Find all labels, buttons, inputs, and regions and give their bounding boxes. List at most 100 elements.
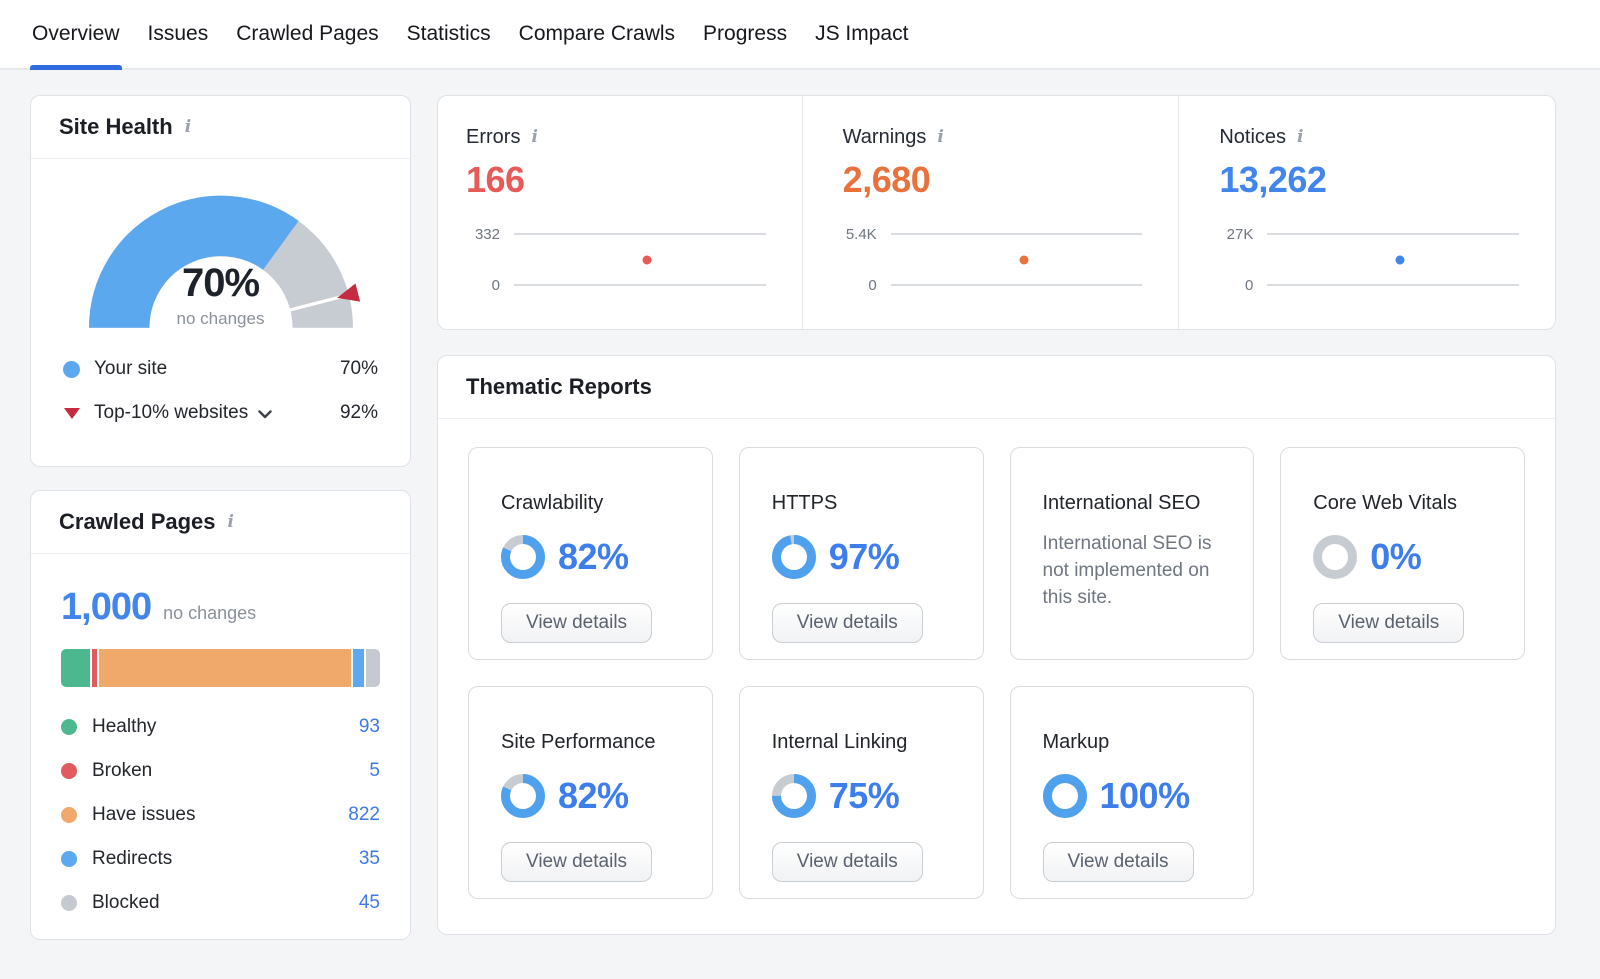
legend-value-link[interactable]: 35 (359, 848, 380, 870)
info-icon[interactable]: i (529, 129, 539, 146)
legend-value-link[interactable]: 822 (348, 804, 380, 826)
legend-label: Redirects (92, 848, 359, 870)
healthy-dot-icon (61, 719, 77, 735)
report-score: 82% (558, 536, 629, 578)
tab-crawled-pages[interactable]: Crawled Pages (234, 0, 380, 68)
legend-value-link[interactable]: 45 (359, 892, 380, 914)
crawled-pages-total[interactable]: 1,000 (61, 586, 151, 629)
view-details-button[interactable]: View details (1313, 603, 1464, 643)
report-card-core-web-vitals: Core Web Vitals 0% View details (1280, 447, 1525, 660)
thematic-reports-card: Thematic Reports Crawlability 82% View d… (437, 355, 1556, 935)
bar-segment-healthy[interactable] (61, 649, 90, 687)
report-card-https: HTTPS 97% View details (739, 447, 984, 660)
info-icon[interactable]: i (226, 514, 236, 531)
your-site-dot-icon (63, 361, 80, 378)
legend-value-link[interactable]: 5 (369, 760, 380, 782)
legend-row-broken: Broken 5 (61, 749, 380, 793)
site-health-gauge: 70% no changes (63, 179, 379, 337)
info-icon[interactable]: i (1295, 129, 1305, 146)
stat-label: Errors (466, 126, 520, 149)
info-icon[interactable]: i (935, 129, 945, 146)
legend-label: Your site (94, 358, 167, 380)
axis-max-label: 5.4K (843, 226, 891, 243)
axis-max-label: 332 (466, 226, 514, 243)
report-title: Internal Linking (772, 731, 957, 754)
report-score: 0% (1370, 536, 1421, 578)
axis-zero-label: 0 (466, 277, 514, 294)
axis-zero-label: 0 (1219, 277, 1267, 294)
warnings-sparkline: 5.4K 0 (843, 225, 1143, 294)
data-point-dot (1019, 255, 1028, 264)
crawled-pages-change: no changes (163, 603, 256, 624)
stat-label: Notices (1219, 126, 1286, 149)
tab-js-impact[interactable]: JS Impact (813, 0, 910, 68)
tab-label: JS Impact (815, 22, 908, 46)
tab-label: Issues (148, 22, 209, 46)
have-issues-dot-icon (61, 807, 77, 823)
errors-count[interactable]: 166 (466, 159, 766, 201)
tab-statistics[interactable]: Statistics (405, 0, 493, 68)
bar-segment-have-issues[interactable] (99, 649, 352, 687)
legend-label: Top-10% websites (94, 402, 248, 424)
bar-segment-broken[interactable] (92, 649, 97, 687)
notices-count[interactable]: 13,262 (1219, 159, 1519, 201)
errors-sparkline: 332 0 (466, 225, 766, 294)
legend-row-blocked: Blocked 45 (61, 881, 380, 925)
crawled-pages-card: Crawled Pages i 1,000 no changes (30, 490, 411, 940)
legend-label: Have issues (92, 804, 348, 826)
notices-sparkline: 27K 0 (1219, 225, 1519, 294)
tab-overview[interactable]: Overview (30, 0, 122, 68)
bar-segment-redirects[interactable] (353, 649, 364, 687)
report-card-international-seo: International SEO International SEO is n… (1010, 447, 1255, 660)
warnings-stat: Warnings i 2,680 5.4K 0 (802, 96, 1179, 329)
broken-dot-icon (61, 763, 77, 779)
thematic-reports-title: Thematic Reports (466, 374, 652, 400)
report-card-site-performance: Site Performance 82% View details (468, 686, 713, 899)
report-card-markup: Markup 100% View details (1010, 686, 1255, 899)
crawled-pages-title: Crawled Pages (59, 509, 216, 535)
legend-value-link[interactable]: 93 (359, 716, 380, 738)
donut-chart (501, 535, 545, 579)
benchmark-triangle-icon (64, 408, 80, 419)
tab-issues[interactable]: Issues (146, 0, 211, 68)
report-title: Markup (1043, 731, 1228, 754)
blocked-dot-icon (61, 895, 77, 911)
report-score: 75% (829, 775, 900, 817)
view-details-button[interactable]: View details (501, 842, 652, 882)
donut-chart (501, 774, 545, 818)
report-title: HTTPS (772, 492, 957, 515)
view-details-button[interactable]: View details (1043, 842, 1194, 882)
redirects-dot-icon (61, 851, 77, 867)
errors-stat: Errors i 166 332 0 (438, 96, 802, 329)
stat-label: Warnings (843, 126, 927, 149)
issues-summary-card: Errors i 166 332 0 Warnings i 2,680 5.4K (437, 95, 1556, 330)
tab-compare-crawls[interactable]: Compare Crawls (517, 0, 677, 68)
tab-progress[interactable]: Progress (701, 0, 789, 68)
info-icon[interactable]: i (183, 119, 193, 136)
view-details-button[interactable]: View details (772, 603, 923, 643)
active-tab-underline (30, 65, 122, 70)
report-message: International SEO is not implemented on … (1043, 531, 1228, 612)
chevron-down-icon[interactable] (258, 410, 272, 419)
legend-label: Blocked (92, 892, 359, 914)
report-score: 82% (558, 775, 629, 817)
bar-segment-blocked[interactable] (366, 649, 380, 687)
crawled-pages-legend: Healthy 93 Broken 5 Have issues 822 (61, 705, 380, 925)
report-title: International SEO (1043, 492, 1228, 515)
site-health-legend: Your site 70% Top-10% websites 92% (63, 347, 378, 435)
tab-label: Overview (32, 22, 120, 46)
axis-max-label: 27K (1219, 226, 1267, 243)
legend-label: Broken (92, 760, 369, 782)
legend-row-top10: Top-10% websites 92% (63, 391, 378, 435)
view-details-button[interactable]: View details (772, 842, 923, 882)
legend-label: Healthy (92, 716, 359, 738)
crawled-pages-stacked-bar (61, 649, 380, 687)
thematic-reports-grid: Crawlability 82% View details HTTPS (438, 419, 1555, 899)
legend-row-have-issues: Have issues 822 (61, 793, 380, 837)
site-health-card: Site Health i 70% no changes (30, 95, 411, 467)
site-health-change: no changes (63, 309, 379, 329)
tab-label: Statistics (407, 22, 491, 46)
tab-label: Crawled Pages (236, 22, 378, 46)
warnings-count[interactable]: 2,680 (843, 159, 1143, 201)
view-details-button[interactable]: View details (501, 603, 652, 643)
